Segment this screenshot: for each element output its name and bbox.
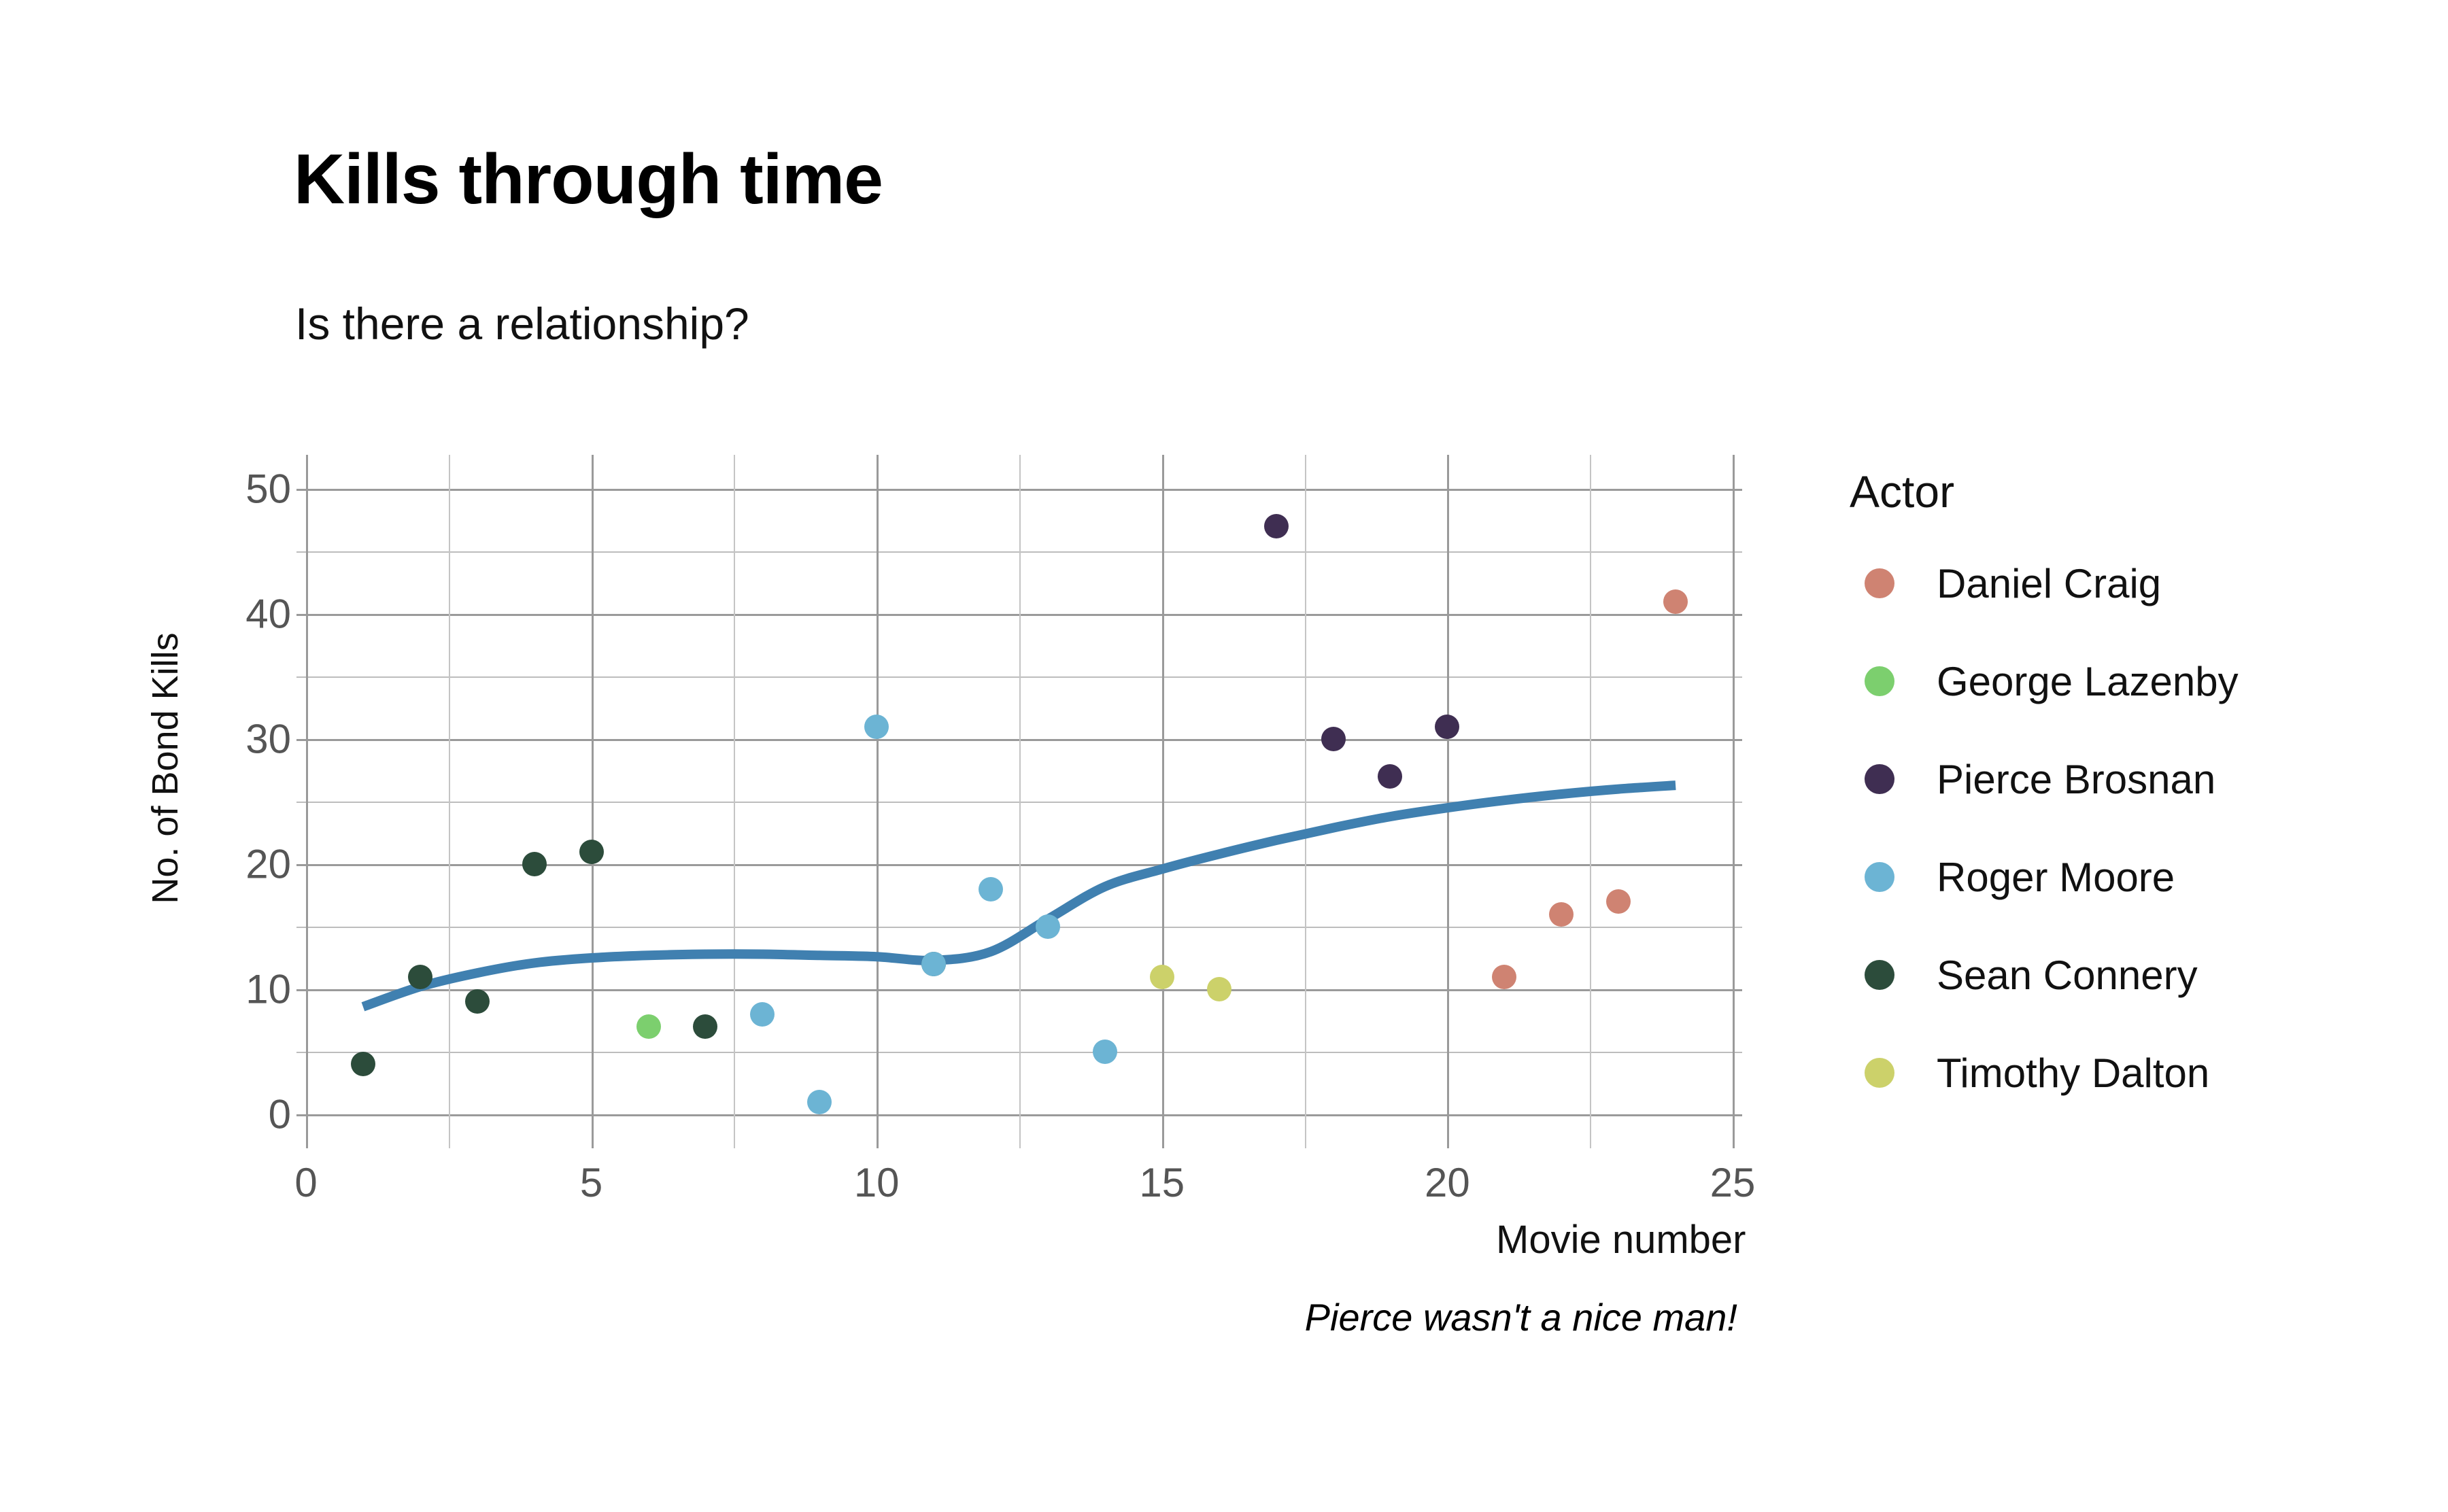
plot-area: 0 5 10 15 20 25 0 10 20 30 40 50 xyxy=(245,455,1755,1205)
scatter-point xyxy=(1035,914,1060,939)
chart-subtitle: Is there a relationship? xyxy=(295,298,749,349)
gridline-vertical xyxy=(1161,455,1164,1148)
scatter-point xyxy=(1378,764,1403,789)
legend-item-label: Daniel Craig xyxy=(1937,560,2162,606)
scatter-point xyxy=(1606,889,1631,914)
scatter-point xyxy=(1149,964,1174,989)
legend-item-george-lazenby[interactable]: George Lazenby xyxy=(1836,658,2239,704)
y-tick-label: 20 xyxy=(245,841,291,887)
scatter-point xyxy=(864,714,889,739)
legend-item-label: Pierce Brosnan xyxy=(1937,756,2216,802)
scatter-point xyxy=(1321,727,1346,751)
page-title: Kills through time xyxy=(294,140,883,219)
legend-item-roger-moore[interactable]: Roger Moore xyxy=(1836,855,2175,900)
scatter-point xyxy=(350,1052,375,1077)
scatter-point xyxy=(1092,1040,1117,1064)
legend-title: Actor xyxy=(1850,466,1955,517)
y-tick-label: 30 xyxy=(245,716,291,762)
legend-item-daniel-craig[interactable]: Daniel Craig xyxy=(1836,560,2162,606)
gridline-vertical xyxy=(734,455,736,1148)
gridline-vertical xyxy=(1447,455,1450,1148)
x-axis-title: Movie number xyxy=(1496,1218,1746,1262)
scatter-point xyxy=(693,1014,718,1040)
chart-canvas: Kills through time Is there a relationsh… xyxy=(0,0,2448,1512)
gridline-vertical xyxy=(1304,455,1306,1148)
gridline-vertical xyxy=(306,455,308,1148)
scatter-point xyxy=(1263,514,1289,539)
gridline-vertical xyxy=(1019,455,1021,1148)
gridline-vertical xyxy=(1733,455,1735,1148)
gridline-vertical xyxy=(448,455,450,1148)
gridline-vertical xyxy=(1590,455,1592,1148)
scatter-point xyxy=(464,989,490,1014)
legend-item-sean-connery[interactable]: Sean Connery xyxy=(1836,952,2198,998)
scatter-point xyxy=(1206,977,1231,1001)
x-tick-label: 20 xyxy=(1425,1160,1470,1205)
scatter-point xyxy=(807,1089,832,1114)
scatter-point xyxy=(1663,589,1688,614)
legend-item-label: George Lazenby xyxy=(1937,658,2239,704)
legend-swatch-icon xyxy=(1865,862,1894,892)
legend-item-timothy-dalton[interactable]: Timothy Dalton xyxy=(1836,1050,2209,1096)
y-tick-label: 0 xyxy=(268,1091,291,1137)
x-tick-label: 5 xyxy=(579,1160,603,1205)
y-tick-label: 40 xyxy=(245,591,291,637)
legend-swatch-icon xyxy=(1865,764,1894,794)
scatter-point xyxy=(1492,964,1517,989)
scatter-point xyxy=(1435,714,1460,739)
chart-caption: Pierce wasn't a nice man! xyxy=(1304,1296,1737,1339)
legend-item-label: Timothy Dalton xyxy=(1937,1050,2210,1096)
legend-swatch-icon xyxy=(1865,1058,1894,1088)
legend-swatch-icon xyxy=(1865,666,1894,696)
legend-item-pierce-brosnan[interactable]: Pierce Brosnan xyxy=(1836,756,2216,802)
scatter-point xyxy=(636,1014,661,1040)
scatter-point xyxy=(407,964,432,989)
x-tick-label: 25 xyxy=(1710,1160,1756,1205)
y-tick-label: 50 xyxy=(245,466,291,512)
scatter-point xyxy=(1549,901,1574,927)
x-tick-label: 0 xyxy=(294,1160,318,1205)
legend-item-label: Sean Connery xyxy=(1937,952,2198,998)
scatter-point xyxy=(522,852,547,876)
x-tick-label: 10 xyxy=(853,1160,900,1205)
scatter-point xyxy=(750,1001,775,1027)
y-tick-label: 10 xyxy=(245,966,291,1012)
scatter-point xyxy=(579,839,604,864)
legend-swatch-icon xyxy=(1865,960,1894,990)
scatter-point xyxy=(979,876,1004,901)
legend-swatch-icon xyxy=(1865,568,1894,598)
legend-item-label: Roger Moore xyxy=(1937,854,2175,900)
x-tick-label: 15 xyxy=(1139,1160,1185,1205)
gridline-vertical xyxy=(877,455,879,1148)
gridline-vertical xyxy=(591,455,594,1148)
scatter-point xyxy=(921,952,947,977)
